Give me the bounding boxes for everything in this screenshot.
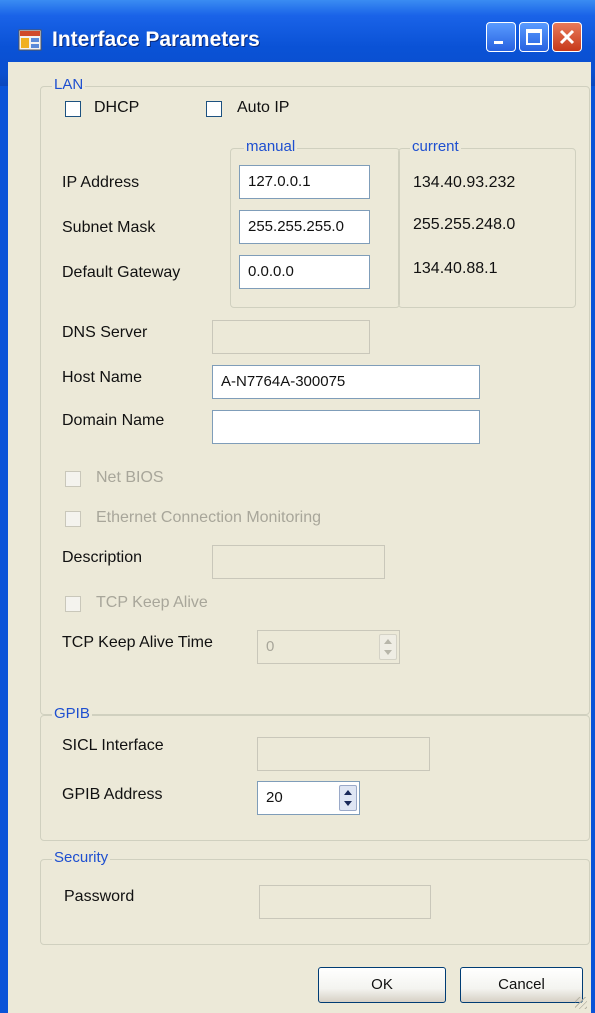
ip-address-label: IP Address xyxy=(62,174,140,191)
ethernet-monitoring-label: Ethernet Connection Monitoring xyxy=(96,509,322,526)
host-name-input[interactable]: A-N7764A-300075 xyxy=(212,365,480,399)
subnet-mask-label: Subnet Mask xyxy=(62,219,156,236)
default-gateway-input[interactable]: 0.0.0.0 xyxy=(239,255,370,289)
password-input[interactable] xyxy=(259,885,431,919)
tcp-keep-alive-time-value: 0 xyxy=(266,638,275,655)
gpib-address-value: 20 xyxy=(266,789,283,806)
dhcp-label: DHCP xyxy=(94,99,140,116)
minimize-button[interactable] xyxy=(486,22,516,52)
maximize-icon xyxy=(526,29,542,45)
interface-parameters-window: Interface Parameters LAN DHCP Auto IP ma… xyxy=(0,0,595,1013)
netbios-label: Net BIOS xyxy=(96,469,164,486)
ip-address-current: 134.40.93.232 xyxy=(413,174,516,191)
maximize-button[interactable] xyxy=(519,22,549,52)
dhcp-checkbox[interactable] xyxy=(65,101,81,117)
password-label: Password xyxy=(64,888,135,905)
netbios-checkbox[interactable] xyxy=(65,471,81,487)
default-gateway-label: Default Gateway xyxy=(62,264,181,281)
dialog-client-area: LAN DHCP Auto IP manual current IP Addre… xyxy=(8,62,591,1013)
dns-server-input[interactable] xyxy=(212,320,370,354)
close-icon xyxy=(559,29,575,45)
ip-address-input[interactable]: 127.0.0.1 xyxy=(239,165,370,199)
sicl-interface-label: SICL Interface xyxy=(62,737,164,754)
gpib-address-label: GPIB Address xyxy=(62,786,163,803)
autoip-checkbox[interactable] xyxy=(206,101,222,117)
ethernet-monitoring-checkbox[interactable] xyxy=(65,511,81,527)
cancel-button[interactable]: Cancel xyxy=(460,967,583,1003)
app-icon xyxy=(18,29,42,51)
domain-name-input[interactable] xyxy=(212,410,480,444)
sicl-interface-input[interactable] xyxy=(257,737,430,771)
ok-button[interactable]: OK xyxy=(318,967,446,1003)
gpib-address-input[interactable]: 20 xyxy=(257,781,360,815)
gpib-legend: GPIB xyxy=(52,705,92,722)
tcp-keep-alive-time-spinner-icon[interactable] xyxy=(379,634,397,660)
gpib-group xyxy=(40,715,590,841)
default-gateway-current: 134.40.88.1 xyxy=(413,260,498,277)
dns-server-label: DNS Server xyxy=(62,324,148,341)
tcp-keep-alive-checkbox[interactable] xyxy=(65,596,81,612)
minimize-icon xyxy=(494,41,503,44)
close-button[interactable] xyxy=(552,22,582,52)
tcp-keep-alive-time-label: TCP Keep Alive Time xyxy=(62,634,213,651)
window-title: Interface Parameters xyxy=(52,28,260,51)
subnet-mask-current: 255.255.248.0 xyxy=(413,216,516,233)
tcp-keep-alive-label: TCP Keep Alive xyxy=(96,594,208,611)
security-legend: Security xyxy=(52,849,111,866)
host-name-label: Host Name xyxy=(62,369,143,386)
description-input[interactable] xyxy=(212,545,385,579)
manual-legend: manual xyxy=(244,138,298,155)
description-label: Description xyxy=(62,549,143,566)
tcp-keep-alive-time-input[interactable]: 0 xyxy=(257,630,400,664)
resize-grip-icon[interactable] xyxy=(575,997,587,1009)
lan-legend: LAN xyxy=(52,76,86,93)
current-legend: current xyxy=(410,138,461,155)
gpib-address-spinner-icon[interactable] xyxy=(339,785,357,811)
autoip-label: Auto IP xyxy=(237,99,290,116)
subnet-mask-input[interactable]: 255.255.255.0 xyxy=(239,210,370,244)
domain-name-label: Domain Name xyxy=(62,412,165,429)
